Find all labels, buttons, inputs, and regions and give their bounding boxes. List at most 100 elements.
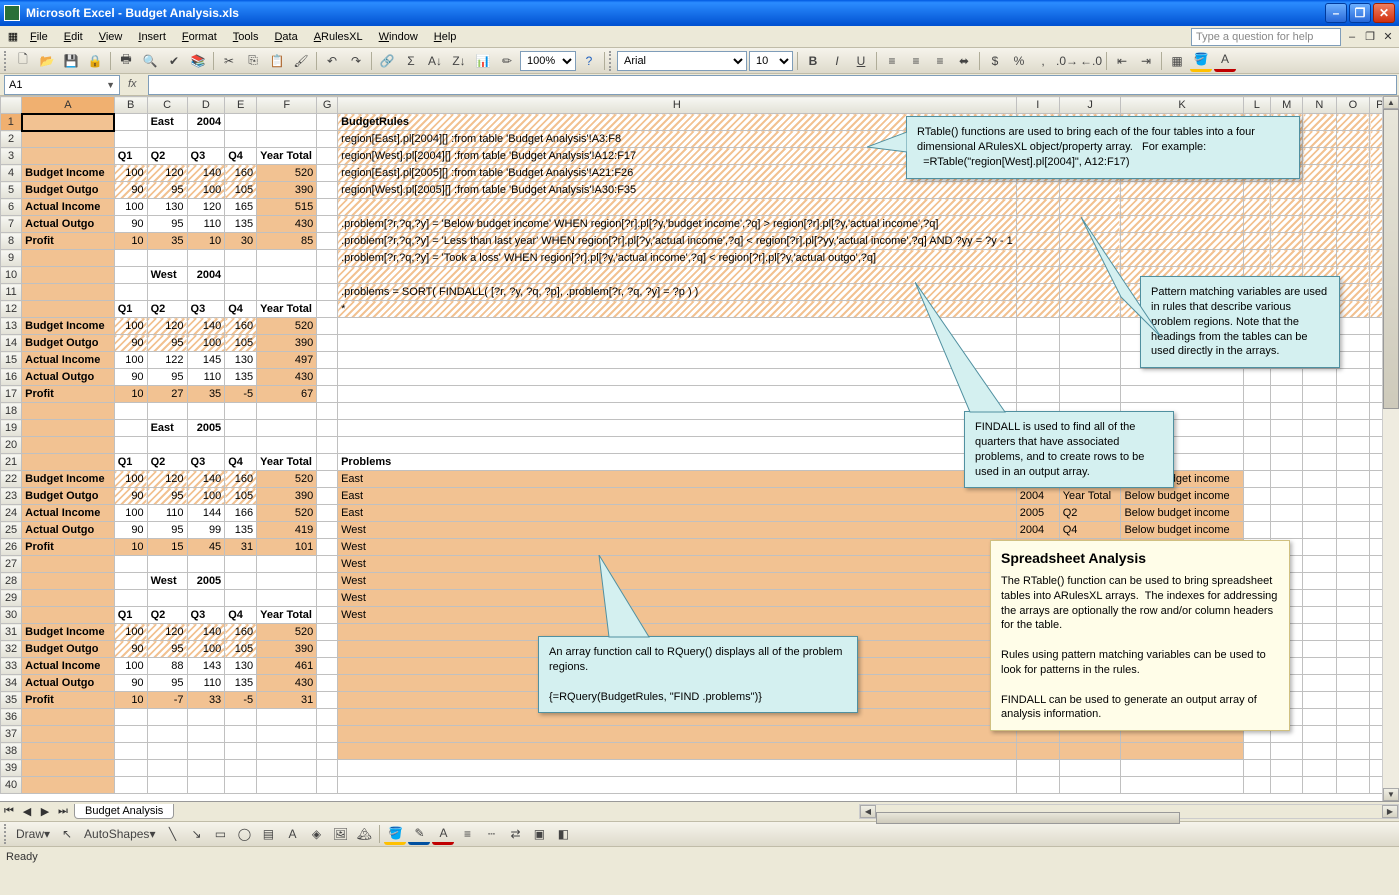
cell-N33[interactable] <box>1303 658 1336 675</box>
cell-O34[interactable] <box>1336 675 1370 692</box>
cell-B33[interactable]: 100 <box>114 658 147 675</box>
cell-A12[interactable] <box>22 301 115 318</box>
cell-D25[interactable]: 99 <box>187 522 225 539</box>
cell-F5[interactable]: 390 <box>257 182 317 199</box>
cell-A4[interactable]: Budget Income <box>22 165 115 182</box>
row-header-21[interactable]: 21 <box>1 454 22 471</box>
permission-icon[interactable]: 🔒 <box>84 50 106 72</box>
cell-M9[interactable] <box>1271 250 1303 267</box>
cell-D18[interactable] <box>187 403 225 420</box>
cell-H30[interactable]: West <box>338 607 1017 624</box>
cell-E24[interactable]: 166 <box>225 505 257 522</box>
doc-restore-button[interactable]: ❐ <box>1363 30 1377 44</box>
row-header-33[interactable]: 33 <box>1 658 22 675</box>
cell-A22[interactable]: Budget Income <box>22 471 115 488</box>
cell-M21[interactable] <box>1271 454 1303 471</box>
cell-A20[interactable] <box>22 437 115 454</box>
cell-B5[interactable]: 90 <box>114 182 147 199</box>
cell-H37[interactable] <box>338 726 1017 743</box>
cell-F40[interactable] <box>257 777 317 794</box>
cell-E23[interactable]: 105 <box>225 488 257 505</box>
cell-O5[interactable] <box>1336 182 1370 199</box>
cell-N21[interactable] <box>1303 454 1336 471</box>
chart-icon[interactable]: 📊 <box>472 50 494 72</box>
dash-style-icon[interactable]: ┄ <box>480 823 502 845</box>
cell-F33[interactable]: 461 <box>257 658 317 675</box>
cell-C38[interactable] <box>147 743 187 760</box>
cell-F3[interactable]: Year Total <box>257 148 317 165</box>
cell-D4[interactable]: 140 <box>187 165 225 182</box>
row-header-24[interactable]: 24 <box>1 505 22 522</box>
cell-E15[interactable]: 130 <box>225 352 257 369</box>
cell-H24[interactable]: East <box>338 505 1017 522</box>
menu-insert[interactable]: Insert <box>130 29 174 45</box>
name-box[interactable]: A1▼ <box>4 75 120 95</box>
row-header-13[interactable]: 13 <box>1 318 22 335</box>
cell-B23[interactable]: 90 <box>114 488 147 505</box>
cell-B12[interactable]: Q1 <box>114 301 147 318</box>
cell-J39[interactable] <box>1059 760 1121 777</box>
cell-L39[interactable] <box>1243 760 1271 777</box>
doc-close-button[interactable]: ✕ <box>1381 30 1395 44</box>
cell-A30[interactable] <box>22 607 115 624</box>
cell-F27[interactable] <box>257 556 317 573</box>
cell-I24[interactable]: 2005 <box>1016 505 1059 522</box>
cell-A5[interactable]: Budget Outgo <box>22 182 115 199</box>
cell-C7[interactable]: 95 <box>147 216 187 233</box>
cell-G22[interactable] <box>317 471 338 488</box>
increase-indent-icon[interactable]: ⇥ <box>1135 50 1157 72</box>
line-style-icon[interactable]: ≡ <box>456 823 478 845</box>
cell-N20[interactable] <box>1303 437 1336 454</box>
cell-K38[interactable] <box>1121 743 1243 760</box>
cell-O32[interactable] <box>1336 641 1370 658</box>
hyperlink-icon[interactable]: 🔗 <box>376 50 398 72</box>
cell-J5[interactable] <box>1059 182 1121 199</box>
cell-B10[interactable] <box>114 267 147 284</box>
cell-M6[interactable] <box>1271 199 1303 216</box>
cell-A21[interactable] <box>22 454 115 471</box>
help-search-input[interactable] <box>1191 28 1341 46</box>
cell-F21[interactable]: Year Total <box>257 454 317 471</box>
cell-C29[interactable] <box>147 590 187 607</box>
cell-H40[interactable] <box>338 777 1017 794</box>
cell-H9[interactable]: .problem[?r,?q,?y] = 'Took a loss' WHEN … <box>338 250 1017 267</box>
cell-J40[interactable] <box>1059 777 1121 794</box>
cell-E19[interactable] <box>225 420 257 437</box>
cell-N5[interactable] <box>1303 182 1336 199</box>
format-painter-icon[interactable]: 🖌 <box>290 50 312 72</box>
percent-icon[interactable]: % <box>1008 50 1030 72</box>
cell-B16[interactable]: 90 <box>114 369 147 386</box>
cell-H20[interactable] <box>338 437 1017 454</box>
cell-A31[interactable]: Budget Income <box>22 624 115 641</box>
cell-J16[interactable] <box>1059 369 1121 386</box>
cell-C1[interactable]: East <box>147 114 187 131</box>
vertical-scrollbar[interactable]: ▲ ▼ <box>1382 96 1399 801</box>
cell-M24[interactable] <box>1271 505 1303 522</box>
cell-M5[interactable] <box>1271 182 1303 199</box>
decrease-indent-icon[interactable]: ⇤ <box>1111 50 1133 72</box>
cell-B2[interactable] <box>114 131 147 148</box>
row-header-9[interactable]: 9 <box>1 250 22 267</box>
cell-O33[interactable] <box>1336 658 1370 675</box>
cell-F1[interactable] <box>257 114 317 131</box>
formula-input[interactable] <box>148 75 1397 95</box>
cell-E28[interactable] <box>225 573 257 590</box>
menu-help[interactable]: Help <box>426 29 465 45</box>
cell-H21[interactable]: Problems <box>338 454 1017 471</box>
cell-H27[interactable]: West <box>338 556 1017 573</box>
cell-F16[interactable]: 430 <box>257 369 317 386</box>
help-icon[interactable]: ? <box>578 50 600 72</box>
cell-G5[interactable] <box>317 182 338 199</box>
col-header-I[interactable]: I <box>1016 97 1059 114</box>
cell-F25[interactable]: 419 <box>257 522 317 539</box>
cell-F29[interactable] <box>257 590 317 607</box>
3d-icon[interactable]: ◧ <box>552 823 574 845</box>
row-header-8[interactable]: 8 <box>1 233 22 250</box>
cell-B13[interactable]: 100 <box>114 318 147 335</box>
textbox-icon[interactable]: ▤ <box>257 823 279 845</box>
cell-N19[interactable] <box>1303 420 1336 437</box>
row-header-1[interactable]: 1 <box>1 114 22 131</box>
row-header-31[interactable]: 31 <box>1 624 22 641</box>
cell-D11[interactable] <box>187 284 225 301</box>
decrease-decimal-icon[interactable]: ←.0 <box>1080 50 1102 72</box>
